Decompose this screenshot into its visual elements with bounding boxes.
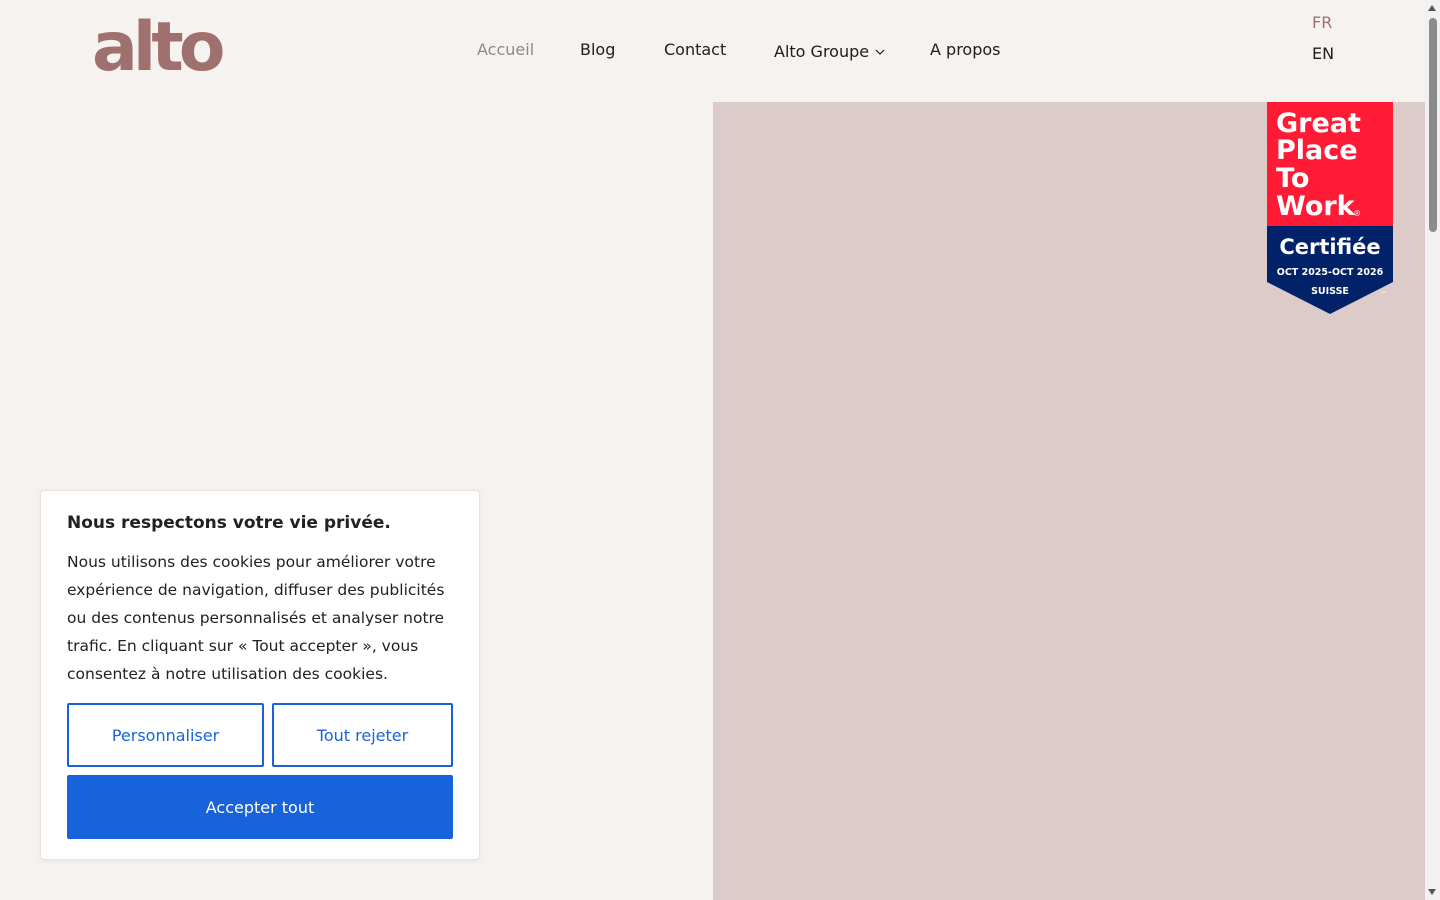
cookie-banner-text: Nous utilisons des cookies pour améliore…	[67, 553, 445, 683]
great-place-to-work-badge: Great Place To Work ® Certifiée OCT 2025…	[1267, 102, 1393, 314]
badge-line3: To	[1276, 163, 1309, 194]
badge-line4: Work	[1276, 191, 1356, 222]
scroll-up-icon[interactable]	[1428, 5, 1436, 11]
nav-item-a-propos[interactable]: A propos	[930, 40, 1000, 59]
page-scrollbar[interactable]	[1425, 0, 1440, 900]
cookie-banner-title: Nous respectons votre vie privée.	[67, 513, 391, 533]
nav-item-accueil[interactable]: Accueil	[477, 40, 534, 59]
customize-button[interactable]: Personnaliser	[67, 703, 264, 767]
language-fr[interactable]: FR	[1312, 13, 1332, 32]
nav-item-contact[interactable]: Contact	[664, 40, 726, 59]
badge-line2: Place	[1276, 135, 1358, 166]
badge-certified: Certifiée	[1279, 235, 1380, 259]
nav-item-alto-groupe-label: Alto Groupe	[774, 42, 870, 61]
chevron-down-icon	[875, 40, 885, 59]
badge-period: OCT 2025-OCT 2026	[1277, 267, 1384, 278]
scroll-down-icon[interactable]	[1428, 889, 1436, 895]
badge-trademark: ™	[1381, 291, 1387, 298]
alto-logo[interactable]: alto	[92, 14, 225, 82]
nav-item-blog[interactable]: Blog	[580, 40, 615, 59]
nav-item-alto-groupe[interactable]: Alto Groupe	[774, 40, 885, 61]
scrollbar-thumb[interactable]	[1429, 18, 1437, 232]
accept-all-button[interactable]: Accepter tout	[67, 775, 453, 839]
badge-registered: ®	[1353, 209, 1361, 218]
badge-country: SUISSE	[1311, 286, 1349, 297]
reject-all-button[interactable]: Tout rejeter	[272, 703, 453, 767]
language-en[interactable]: EN	[1312, 44, 1334, 63]
cookie-consent-banner: Nous respectons votre vie privée. Nous u…	[40, 490, 480, 860]
